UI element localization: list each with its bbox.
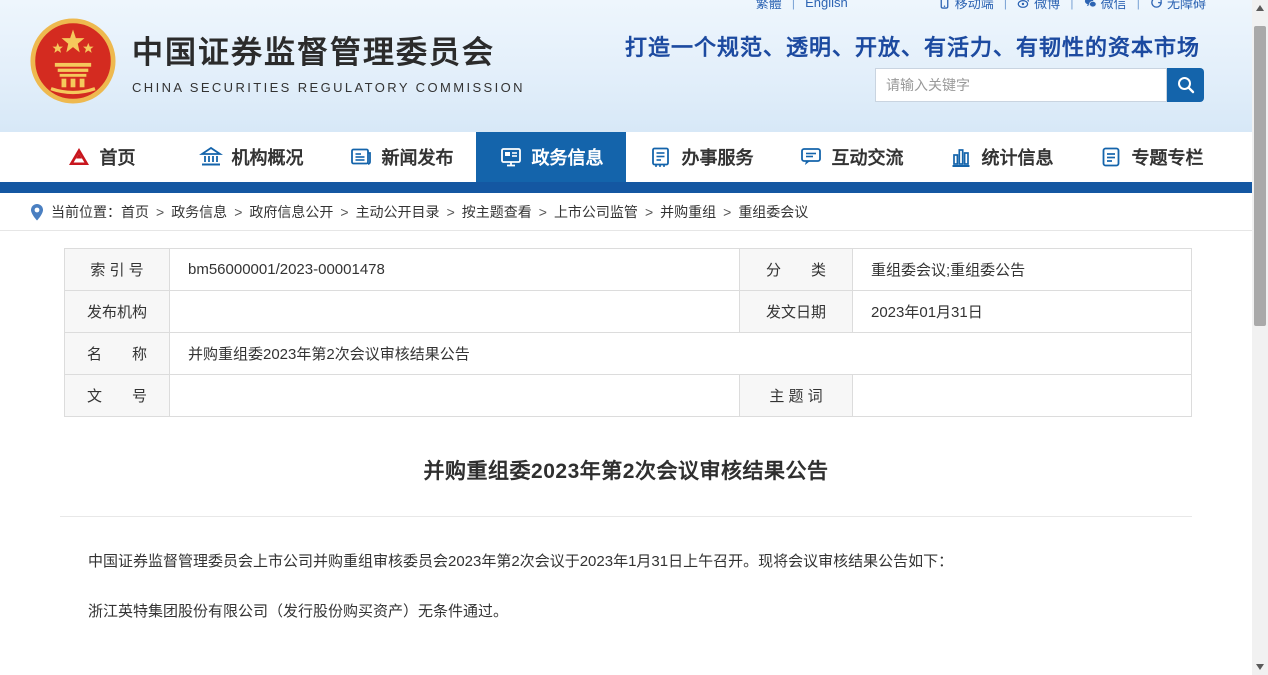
- site-brand[interactable]: 中国证券监督管理委员会 CHINA SECURITIES REGULATORY …: [30, 18, 525, 104]
- table-row: 文 号 主 题 词: [65, 375, 1192, 417]
- nav-label: 政务信息: [532, 144, 604, 170]
- breadcrumb-prefix: 当前位置：: [51, 202, 121, 222]
- nav-item-services[interactable]: 办事服务: [626, 132, 776, 182]
- meta-label-index: 索 引 号: [65, 249, 170, 291]
- meta-value-name: 并购重组委2023年第2次会议审核结果公告: [170, 333, 1192, 375]
- site-header: 繁體 | English 移动端 | 微博 | 微信 |: [0, 0, 1252, 132]
- scrollbar-thumb[interactable]: [1254, 26, 1266, 326]
- nav-label: 办事服务: [682, 144, 754, 170]
- nav-item-special[interactable]: 专题专栏: [1076, 132, 1226, 182]
- table-row: 发布机构 发文日期 2023年01月31日: [65, 291, 1192, 333]
- breadcrumb: 当前位置： 首页 > 政务信息 > 政府信息公开 > 主动公开目录 > 按主题查…: [0, 193, 1252, 231]
- meta-value-issue-date: 2023年01月31日: [853, 291, 1192, 333]
- breadcrumb-link-ma[interactable]: 并购重组: [660, 202, 716, 222]
- nav-item-gov-info[interactable]: 政务信息: [476, 132, 626, 182]
- search-input[interactable]: [875, 68, 1167, 102]
- services-icon: [649, 145, 673, 169]
- phone-icon: [938, 0, 951, 9]
- nav-label: 机构概况: [232, 144, 304, 170]
- meta-label-keywords: 主 题 词: [740, 375, 853, 417]
- breadcrumb-link-by-topic[interactable]: 按主题查看: [462, 202, 532, 222]
- english-link[interactable]: English: [805, 0, 848, 10]
- wechat-icon: [1084, 0, 1097, 9]
- traditional-chinese-link[interactable]: 繁體: [756, 0, 782, 12]
- nav-label: 首页: [100, 144, 136, 170]
- article-title: 并购重组委2023年第2次会议审核结果公告: [0, 455, 1252, 485]
- weibo-link[interactable]: 微博: [1017, 0, 1060, 12]
- search-button[interactable]: [1167, 68, 1204, 102]
- document-meta-table: 索 引 号 bm56000001/2023-00001478 分 类 重组委会议…: [64, 248, 1192, 417]
- nav-item-news[interactable]: 新闻发布: [326, 132, 476, 182]
- interaction-icon: [799, 145, 823, 169]
- topbar-divider: |: [1070, 0, 1073, 10]
- accessibility-link[interactable]: 无障碍: [1150, 0, 1206, 12]
- wechat-link[interactable]: 微信: [1084, 0, 1127, 12]
- article-paragraph: 中国证券监督管理委员会上市公司并购重组审核委员会2023年第2次会议于2023年…: [64, 549, 1191, 575]
- site-subtitle: CHINA SECURITIES REGULATORY COMMISSION: [132, 80, 525, 95]
- nav-item-statistics[interactable]: 统计信息: [926, 132, 1076, 182]
- breadcrumb-link-committee-meeting[interactable]: 重组委会议: [738, 202, 808, 222]
- home-icon: [67, 145, 91, 169]
- breadcrumb-separator: >: [645, 204, 653, 220]
- meta-value-category: 重组委会议;重组委公告: [853, 249, 1192, 291]
- topbar-divider: |: [1137, 0, 1140, 10]
- meta-value-issuer: [170, 291, 740, 333]
- article-content: 索 引 号 bm56000001/2023-00001478 分 类 重组委会议…: [0, 232, 1252, 675]
- nav-label: 新闻发布: [382, 144, 454, 170]
- nav-item-home[interactable]: 首页: [26, 132, 176, 182]
- breadcrumb-separator: >: [340, 204, 348, 220]
- meta-value-doc-number: [170, 375, 740, 417]
- nav-label: 专题专栏: [1132, 144, 1204, 170]
- statistics-icon: [949, 145, 973, 169]
- topbar-divider: |: [1004, 0, 1007, 10]
- article-paragraph: 浙江英特集团股份有限公司（发行股份购买资产）无条件通过。: [64, 599, 1191, 625]
- main-nav: 首页 机构概况 新闻发布 政务信息 办事服务 互动交流 统计信息 专题专栏: [0, 132, 1252, 182]
- special-column-icon: [1099, 145, 1123, 169]
- weibo-icon: [1017, 0, 1030, 9]
- meta-label-category: 分 类: [740, 249, 853, 291]
- meta-label-doc-number: 文 号: [65, 375, 170, 417]
- nav-label: 互动交流: [832, 144, 904, 170]
- search-icon: [1176, 75, 1196, 95]
- nav-item-about[interactable]: 机构概况: [176, 132, 326, 182]
- breadcrumb-separator: >: [156, 204, 164, 220]
- page: 繁體 | English 移动端 | 微博 | 微信 |: [0, 0, 1252, 675]
- accessibility-icon: [1150, 0, 1163, 9]
- topbar-divider: |: [792, 0, 795, 10]
- breadcrumb-link-home[interactable]: 首页: [121, 202, 149, 222]
- vertical-scrollbar[interactable]: [1252, 0, 1268, 675]
- site-search: [875, 68, 1204, 102]
- nav-bottom-strip: [0, 182, 1252, 193]
- breadcrumb-link-gov-info[interactable]: 政务信息: [171, 202, 227, 222]
- news-icon: [349, 145, 373, 169]
- breadcrumb-separator: >: [539, 204, 547, 220]
- scrollbar-up-button[interactable]: [1252, 0, 1268, 16]
- meta-label-issue-date: 发文日期: [740, 291, 853, 333]
- site-slogan: 打造一个规范、透明、开放、有活力、有韧性的资本市场: [625, 30, 1200, 62]
- nav-label: 统计信息: [982, 144, 1054, 170]
- table-row: 名 称 并购重组委2023年第2次会议审核结果公告: [65, 333, 1192, 375]
- breadcrumb-link-catalog[interactable]: 主动公开目录: [356, 202, 440, 222]
- location-pin-icon: [30, 203, 44, 221]
- meta-value-keywords: [853, 375, 1192, 417]
- institution-icon: [199, 145, 223, 169]
- utility-topbar: 繁體 | English 移动端 | 微博 | 微信 |: [0, 0, 1252, 15]
- breadcrumb-link-listed-supervision[interactable]: 上市公司监管: [554, 202, 638, 222]
- breadcrumb-link-disclosure[interactable]: 政府信息公开: [249, 202, 333, 222]
- mobile-link[interactable]: 移动端: [938, 0, 994, 12]
- meta-label-name: 名 称: [65, 333, 170, 375]
- breadcrumb-separator: >: [234, 204, 242, 220]
- table-row: 索 引 号 bm56000001/2023-00001478 分 类 重组委会议…: [65, 249, 1192, 291]
- meta-label-issuer: 发布机构: [65, 291, 170, 333]
- nav-item-interaction[interactable]: 互动交流: [776, 132, 926, 182]
- gov-info-icon: [499, 145, 523, 169]
- breadcrumb-separator: >: [447, 204, 455, 220]
- breadcrumb-separator: >: [723, 204, 731, 220]
- title-divider: [60, 516, 1192, 517]
- national-emblem-logo: [30, 18, 116, 104]
- scrollbar-down-button[interactable]: [1252, 659, 1268, 675]
- site-title: 中国证券监督管理委员会: [132, 27, 525, 72]
- meta-value-index: bm56000001/2023-00001478: [170, 249, 740, 291]
